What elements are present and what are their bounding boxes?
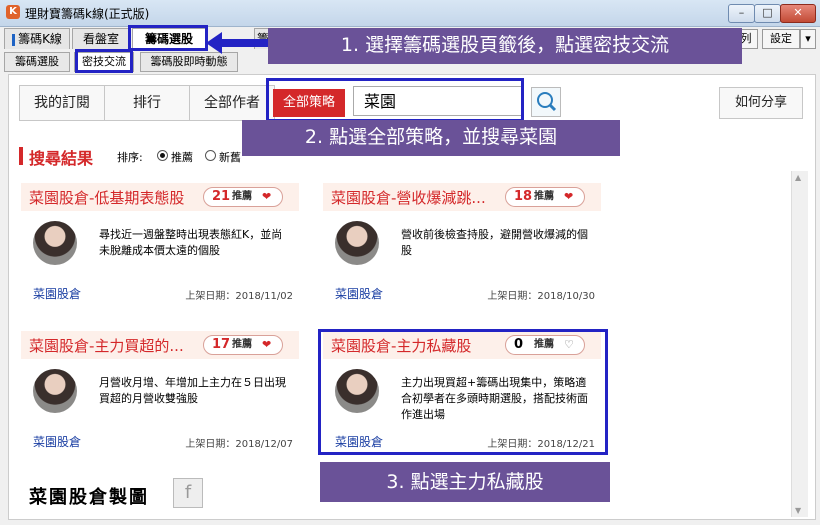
card-author[interactable]: 菜園股倉 <box>33 433 81 450</box>
card-title[interactable]: 菜園股倉-營收爆減跳... <box>331 187 486 208</box>
card-date: 上架日期：2018/12/07 <box>185 439 293 450</box>
ranking-button[interactable]: 排行 <box>105 86 190 120</box>
recommend-pill[interactable]: 21 推薦 ❤ <box>203 187 283 207</box>
card-description: 月營收月增、年增加上主力在５日出現買超的月營收雙強股 <box>99 376 286 405</box>
maximize-button[interactable]: □ <box>754 4 781 23</box>
footer-title: 菜園股倉製圖 <box>29 487 149 508</box>
avatar <box>335 221 379 265</box>
my-subscriptions-button[interactable]: 我的訂閱 <box>20 86 105 120</box>
window-title: 理財寶籌碼k線(正式版) <box>25 7 150 21</box>
callout-step3: 3. 點選主力私藏股 <box>320 462 610 502</box>
strategy-card[interactable]: 菜園股倉-低基期表態股 21 推薦 ❤ 尋找近一週盤整時出現表態紅K，並尚未脫離… <box>21 183 299 313</box>
heart-icon: ❤ <box>564 190 574 203</box>
recommend-pill[interactable]: 18 推薦 ❤ <box>505 187 585 207</box>
strategy-card[interactable]: 菜園股倉-營收爆減跳... 18 推薦 ❤ 營收前後檢查持股，避開營收爆減的個股… <box>323 183 601 313</box>
filter-segments: 我的訂閱 排行 全部作者 <box>19 85 275 121</box>
minimize-button[interactable]: – <box>728 4 755 23</box>
facebook-icon[interactable]: f <box>173 478 203 508</box>
recommend-unit: 推薦 <box>232 339 252 350</box>
sort-recommended-radio[interactable] <box>157 150 168 161</box>
search-button[interactable] <box>531 87 561 117</box>
settings-dropdown-icon[interactable]: ▾ <box>800 29 816 49</box>
recommend-unit: 推薦 <box>534 191 554 202</box>
highlight-secret-tab <box>75 49 133 73</box>
scroll-down-icon[interactable]: ▼ <box>795 506 801 515</box>
card-author[interactable]: 菜園股倉 <box>335 285 383 302</box>
subtab-chip-stock-picking[interactable]: 籌碼選股 <box>4 52 70 72</box>
arrow-left-icon <box>206 32 268 54</box>
tab-label: 看盤室 <box>82 32 119 46</box>
avatar <box>33 369 77 413</box>
callout-step1: 1. 選擇籌碼選股頁籤後，點選密技交流 <box>268 28 742 64</box>
card-header: 菜園股倉-主力買超的... 17 推薦 ❤ <box>21 331 299 359</box>
sort-label: 排序: <box>117 151 143 164</box>
tab-label: 籌碼K線 <box>18 32 62 46</box>
highlight-search <box>266 78 524 122</box>
app-window: K 理財寶籌碼k線(正式版) – □ ✕ 籌碼K線 看盤室 籌碼選股 籌碼研 列… <box>0 0 820 525</box>
sort-recommended-label: 推薦 <box>171 151 193 164</box>
tab-indicator-icon <box>12 33 16 46</box>
close-button[interactable]: ✕ <box>780 4 816 23</box>
callout-step2: 2. 點選全部策略，並搜尋菜園 <box>242 120 620 156</box>
strategy-card[interactable]: 菜園股倉-主力買超的... 17 推薦 ❤ 月營收月增、年增加上主力在５日出現買… <box>21 331 299 461</box>
recommend-unit: 推薦 <box>232 191 252 202</box>
avatar <box>33 221 77 265</box>
recommend-count: 18 <box>514 189 533 204</box>
title-bar: K 理財寶籌碼k線(正式版) – □ ✕ <box>0 0 820 27</box>
how-to-share-button[interactable]: 如何分享 <box>719 87 803 119</box>
card-date: 上架日期：2018/10/30 <box>487 291 595 302</box>
card-description: 營收前後檢查持股，避開營收爆減的個股 <box>401 228 588 257</box>
settings-button[interactable]: 設定 <box>762 29 800 49</box>
card-date: 上架日期：2018/11/02 <box>185 291 293 302</box>
recommend-count: 17 <box>212 337 231 352</box>
sort-newest-label: 新舊 <box>219 151 241 164</box>
recommend-count: 21 <box>212 189 231 204</box>
tab-watch-room[interactable]: 看盤室 <box>72 28 130 49</box>
scroll-up-icon[interactable]: ▲ <box>795 173 801 182</box>
card-header: 菜園股倉-低基期表態股 21 推薦 ❤ <box>21 183 299 211</box>
highlight-chip-tab <box>128 25 208 51</box>
highlight-card <box>318 329 608 455</box>
heart-icon: ❤ <box>262 338 272 351</box>
heart-icon: ❤ <box>262 190 272 203</box>
card-author[interactable]: 菜園股倉 <box>33 285 81 302</box>
tab-chip-kline[interactable]: 籌碼K線 <box>4 28 70 49</box>
card-title[interactable]: 菜園股倉-低基期表態股 <box>29 187 184 208</box>
results-title: 搜尋結果 <box>29 149 94 168</box>
all-authors-button[interactable]: 全部作者 <box>190 86 274 120</box>
recommend-pill[interactable]: 17 推薦 ❤ <box>203 335 283 355</box>
search-icon <box>537 92 557 112</box>
card-title[interactable]: 菜園股倉-主力買超的... <box>29 335 184 356</box>
app-logo-icon: K <box>6 5 20 19</box>
results-accent-bar <box>19 147 23 165</box>
card-description: 尋找近一週盤整時出現表態紅K，並尚未脫離成本價太遠的個股 <box>99 228 283 257</box>
vertical-scrollbar[interactable]: ▲ ▼ <box>791 171 808 517</box>
sort-newest-radio[interactable] <box>205 150 216 161</box>
card-header: 菜園股倉-營收爆減跳... 18 推薦 ❤ <box>323 183 601 211</box>
